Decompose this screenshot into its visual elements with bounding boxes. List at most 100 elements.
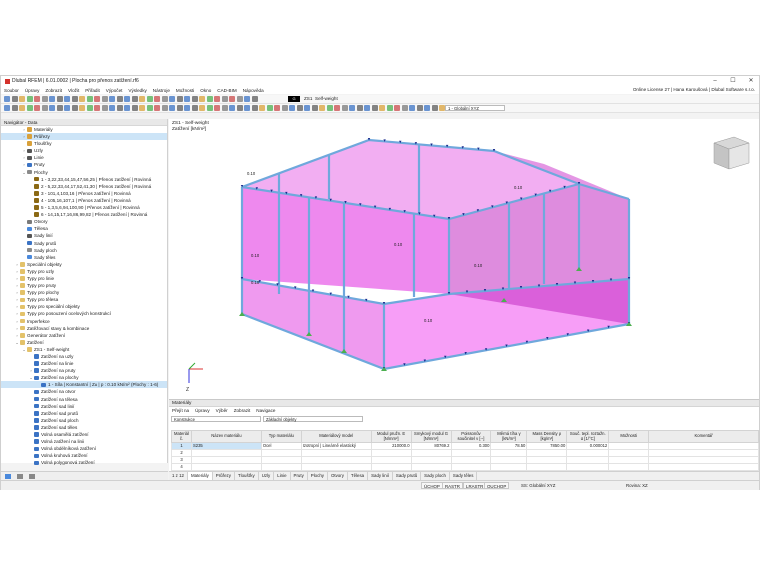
menu-item-9[interactable]: Okno [200, 88, 211, 93]
toolbar-tool-icon[interactable] [101, 105, 108, 111]
toolbar-tool-icon[interactable] [424, 105, 430, 111]
table-cell[interactable] [260, 463, 302, 471]
toolbar-tool-icon[interactable] [56, 105, 63, 111]
toolbar-tool-icon[interactable] [79, 96, 85, 102]
navigator-item[interactable]: 5 - 1,3,5,6,94,100,90 | Přenos zatížení … [1, 204, 167, 211]
toolbar-tool-icon[interactable] [244, 96, 250, 102]
table-cell[interactable] [190, 463, 262, 471]
table-cell[interactable] [190, 456, 262, 464]
column-header[interactable]: Materiál č. [171, 430, 192, 443]
column-header[interactable]: Mass Density ρ [kg/m³] [526, 430, 568, 443]
toolbar-tool-icon[interactable] [131, 105, 138, 111]
minimize-button[interactable]: – [709, 76, 721, 86]
toolbar-tool-icon[interactable] [221, 96, 228, 102]
toolbar-tool-icon[interactable] [199, 105, 205, 111]
navigator-item[interactable]: ⌄ ZS1 - Self-weight [1, 346, 167, 353]
navigator-item[interactable]: 6 - 14,15,17,16,86,99,82 | Přenos zatíže… [1, 211, 167, 218]
expand-arrow-icon[interactable]: › [22, 133, 26, 140]
toolbar-tool-icon[interactable] [94, 96, 100, 102]
column-header[interactable]: Komentář [648, 430, 759, 443]
toolbar-tool-icon[interactable] [4, 96, 10, 102]
table-cell[interactable]: 4 [171, 463, 192, 471]
display-tab-icon[interactable] [17, 474, 23, 479]
toolbar-tool-icon[interactable] [4, 105, 10, 111]
toolbar-tool-icon[interactable] [146, 105, 153, 111]
toolbar-tool-icon[interactable] [311, 105, 318, 111]
navigator-item[interactable]: Tělesa [1, 225, 167, 232]
navigator-item[interactable]: Sady těles [1, 254, 167, 261]
table-cell[interactable] [608, 449, 650, 457]
toolbar-tool-icon[interactable] [326, 105, 333, 111]
toolbar-tool-icon[interactable] [34, 96, 40, 102]
tab-4[interactable]: Linie [274, 472, 291, 480]
tab-3[interactable]: Uzly [259, 472, 275, 480]
navigator-item[interactable]: Volná zatížení na linii [1, 438, 167, 445]
status-toggle-button[interactable]: ÚCHOP [421, 482, 443, 489]
toolbar-tool-icon[interactable] [431, 105, 438, 111]
navigator-item[interactable]: Zatížení sad ploch [1, 417, 167, 424]
navigator-item[interactable]: Zatížení na tělesa [1, 396, 167, 403]
maximize-button[interactable]: ☐ [727, 76, 739, 86]
toolbar-tool-icon[interactable] [191, 105, 198, 111]
menu-item-8[interactable]: Možnosti [176, 88, 194, 93]
toolbar-tool-icon[interactable] [86, 96, 93, 102]
toolbar-tool-icon[interactable] [94, 105, 100, 111]
navigator-item[interactable]: Zatížení na uzly [1, 353, 167, 360]
table-row[interactable]: 4 [171, 463, 759, 471]
table-row[interactable]: 1 S235 Ocel Izotropní | Lineárně elastický 2… [171, 442, 759, 450]
table-cell[interactable]: 78.50 [490, 442, 528, 450]
expand-arrow-icon[interactable]: › [15, 332, 19, 339]
table-cell[interactable] [648, 463, 759, 471]
toolbar-tool-icon[interactable] [49, 105, 55, 111]
navigator-item[interactable]: Zatížení na otvor [1, 388, 167, 395]
toolbar-tool-icon[interactable] [206, 105, 213, 111]
table-cell[interactable] [608, 463, 650, 471]
navigator-item[interactable]: › Pruty [1, 161, 167, 168]
table-cell[interactable] [300, 456, 372, 464]
expand-arrow-icon[interactable]: › [15, 318, 19, 325]
toolbar-tool-icon[interactable] [379, 105, 385, 111]
toolbar-tool-icon[interactable] [64, 96, 70, 102]
toolbar-tool-icon[interactable] [319, 105, 325, 111]
toolbar-tool-icon[interactable] [41, 105, 48, 111]
toolbar-tool-icon[interactable] [79, 105, 85, 111]
navigator-item[interactable]: 4 - 105,16,107,1 | Přenos zatížení | Rov… [1, 197, 167, 204]
toolbar-tool-icon[interactable] [41, 96, 48, 102]
panel-menu-item[interactable]: Přejít na [172, 407, 189, 414]
toolbar-tool-icon[interactable] [11, 105, 18, 111]
toolbar-tool-icon[interactable] [214, 96, 220, 102]
toolbar-tool-icon[interactable] [416, 105, 423, 111]
tab-5[interactable]: Pruty [291, 472, 308, 480]
tab-10[interactable]: Sady prutů [393, 472, 422, 480]
toolbar-tool-icon[interactable] [341, 105, 348, 111]
toolbar-tool-icon[interactable] [409, 105, 415, 111]
toolbar-tool-icon[interactable] [236, 96, 243, 102]
table-cell[interactable] [490, 463, 528, 471]
column-header[interactable]: Souč. tepl. roztažn. α [1/°C] [566, 430, 610, 443]
expand-arrow-icon[interactable]: ⌄ [29, 374, 33, 381]
column-header[interactable]: Materiálový model [300, 430, 372, 443]
coord-system-dropdown[interactable]: 1 - Globální XYZ [445, 105, 505, 111]
navigator-item[interactable]: › Typy pro tělesa [1, 296, 167, 303]
status-toggle-button[interactable]: RASTR [442, 482, 463, 489]
expand-arrow-icon[interactable]: › [15, 289, 19, 296]
toolbar-tool-icon[interactable] [109, 96, 115, 102]
tab-8[interactable]: Tělesa [348, 472, 369, 480]
toolbar-tool-icon[interactable] [176, 96, 183, 102]
navigator-item[interactable]: › Zatížení na pruty [1, 367, 167, 374]
table-cell[interactable] [450, 463, 492, 471]
navigator-item[interactable]: › Materiály [1, 126, 167, 133]
tab-1[interactable]: Průřezy [213, 472, 235, 480]
expand-arrow-icon[interactable]: › [15, 310, 19, 317]
table-cell[interactable] [566, 449, 610, 457]
toolbar-tool-icon[interactable] [116, 96, 123, 102]
navigator-item[interactable]: › Typy pro plochy [1, 289, 167, 296]
expand-arrow-icon[interactable]: ⌄ [15, 339, 19, 346]
toolbar-tool-icon[interactable] [349, 105, 355, 111]
view-cube-icon[interactable] [713, 136, 750, 170]
toolbar-tool-icon[interactable] [139, 105, 145, 111]
column-header[interactable]: Poissonův součinitel ν [--] [450, 430, 492, 443]
load-case-selector[interactable]: ZS1 Self-weight [304, 96, 338, 102]
toolbar-tool-icon[interactable] [71, 105, 78, 111]
toolbar-tool-icon[interactable] [101, 96, 108, 102]
